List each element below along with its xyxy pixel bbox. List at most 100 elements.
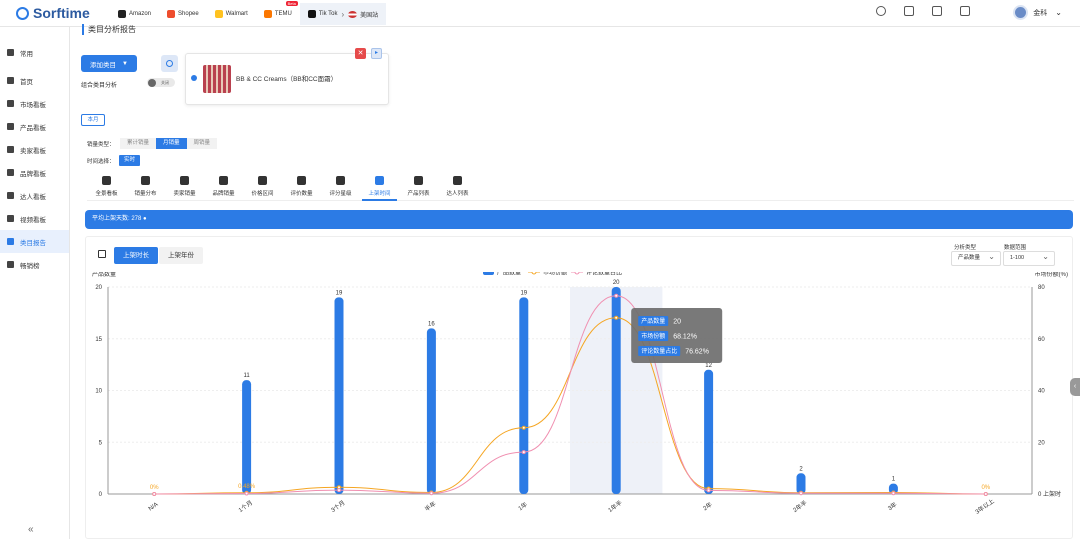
panorama-icon bbox=[102, 176, 111, 185]
bar bbox=[704, 369, 714, 494]
listing-year-button[interactable]: 上架年份 bbox=[159, 247, 203, 264]
y-tick-right: 80 bbox=[1038, 285, 1045, 291]
combo-analysis-label: 组合类目分析 bbox=[81, 83, 118, 89]
listing-time-chart: 产品数量 市场份额(%) 0 5 10 15 20 0 20 40 60 80 上架时 N/A 1个月 3个月… bbox=[92, 272, 1068, 516]
sales-type-weekly[interactable]: 周销量 bbox=[186, 138, 218, 149]
market-icon bbox=[7, 100, 14, 107]
category-name: BB & CC Creams（BB和CC面霜） bbox=[236, 76, 338, 83]
platform-tab-tiktok[interactable]: Tik Tok › 美国站 bbox=[299, 3, 387, 25]
review-icon bbox=[297, 176, 306, 185]
sidebar-item-common[interactable]: 常用 bbox=[0, 41, 69, 64]
add-category-button[interactable]: 添加类目 ▼ bbox=[81, 55, 137, 72]
sidebar-item-bestseller[interactable]: 畅销榜 bbox=[0, 253, 69, 276]
tooltip-label: 评论数量占比 bbox=[641, 347, 677, 355]
play-icon[interactable]: ▸ bbox=[371, 48, 382, 59]
history-button[interactable] bbox=[161, 55, 178, 72]
sidebar-item-home[interactable]: 首页 bbox=[0, 69, 69, 92]
influencer-icon bbox=[453, 176, 462, 185]
video-icon bbox=[7, 215, 14, 222]
tab-label: 价格区间 bbox=[251, 191, 274, 197]
platform-label: Walmart bbox=[225, 11, 248, 17]
tab-rating-stars[interactable]: 评分星级 bbox=[321, 174, 360, 200]
tab-review-count[interactable]: 评价数量 bbox=[282, 174, 321, 200]
toolbar-icons bbox=[876, 6, 970, 16]
time-realtime-button[interactable]: 实时 bbox=[119, 155, 141, 166]
share-point bbox=[614, 315, 619, 320]
bar bbox=[334, 297, 344, 494]
bar-value-label: 19 bbox=[520, 290, 527, 296]
shield-icon bbox=[7, 49, 14, 56]
platform-tab-temu[interactable]: TEMU Beta bbox=[256, 1, 300, 25]
expand-dot-icon[interactable] bbox=[191, 75, 197, 81]
x-tick-label: N/A bbox=[148, 502, 160, 513]
info-icon[interactable]: ● bbox=[143, 216, 147, 222]
folder-icon[interactable] bbox=[932, 6, 942, 16]
sidebar-item-label: 市场看板 bbox=[20, 101, 46, 109]
sidebar: 常用 首页 市场看板 产品看板 卖家看板 品牌看板 达人看板 视频看板 类目报告… bbox=[0, 27, 70, 539]
tab-seller-sales[interactable]: 卖家销量 bbox=[165, 174, 204, 200]
tab-sales-distribution[interactable]: 销量分布 bbox=[126, 174, 165, 200]
x-tick-label: 2年 bbox=[701, 500, 713, 512]
calendar-icon[interactable] bbox=[98, 250, 106, 258]
sidebar-item-label: 卖家看板 bbox=[20, 147, 46, 155]
sidebar-item-label: 常用 bbox=[20, 50, 33, 58]
time-label: 时间选择： bbox=[87, 159, 115, 165]
settings-icon[interactable] bbox=[876, 6, 886, 16]
sidebar-item-video[interactable]: 视频看板 bbox=[0, 207, 69, 230]
sidebar-item-influencer[interactable]: 达人看板 bbox=[0, 184, 69, 207]
sales-type-selector: 累计销量 月销量 周销量 bbox=[120, 138, 218, 149]
bar bbox=[242, 380, 252, 494]
analysis-type-label: 分析类型 bbox=[954, 245, 977, 251]
y-tick-right: 40 bbox=[1038, 389, 1045, 395]
platform-tab-shopee[interactable]: Shopee bbox=[159, 3, 207, 25]
logo[interactable]: Sorftime bbox=[16, 5, 90, 21]
panel-handle-icon[interactable]: ‹ bbox=[1070, 378, 1080, 396]
sidebar-item-market[interactable]: 市场看板 bbox=[0, 92, 69, 115]
tab-overview[interactable]: 全景看板 bbox=[87, 174, 126, 200]
site-label[interactable]: 美国站 bbox=[360, 10, 378, 19]
sidebar-item-category-report[interactable]: 类目报告 bbox=[0, 230, 69, 253]
tab-label: 评价数量 bbox=[290, 191, 313, 197]
sidebar-item-brand[interactable]: 品牌看板 bbox=[0, 161, 69, 184]
platform-tab-walmart[interactable]: Walmart bbox=[207, 3, 256, 25]
walmart-icon bbox=[214, 10, 223, 18]
download-icon[interactable] bbox=[960, 6, 970, 16]
tab-price-range[interactable]: 价格区间 bbox=[243, 174, 282, 200]
user-menu[interactable]: 金科 ⌄ bbox=[1013, 5, 1062, 20]
sales-type-cumulative[interactable]: 累计销量 bbox=[120, 138, 157, 149]
tab-product-list[interactable]: 产品列表 bbox=[399, 174, 438, 200]
close-icon[interactable]: ✕ bbox=[355, 48, 366, 59]
bar bbox=[426, 328, 436, 494]
listing-duration-button[interactable]: 上架时长 bbox=[114, 247, 158, 264]
bar-value-label: 2 bbox=[799, 466, 803, 472]
bar-value-label: 1 bbox=[892, 477, 896, 483]
brand-icon bbox=[219, 176, 228, 185]
clock-icon bbox=[166, 60, 173, 67]
report-icon bbox=[7, 238, 14, 245]
tab-brand-sales[interactable]: 品牌销量 bbox=[204, 174, 243, 200]
y-tick-right: 0 bbox=[1038, 492, 1042, 498]
tab-listing-time[interactable]: 上架时间 bbox=[360, 174, 399, 201]
shopee-icon bbox=[167, 10, 176, 18]
tab-label: 品牌销量 bbox=[212, 191, 235, 197]
review-point bbox=[337, 488, 341, 493]
logo-icon bbox=[16, 6, 29, 20]
average-listing-days: 平均上架天数: 278 ● bbox=[85, 210, 1073, 229]
share-data-label: 0% bbox=[981, 485, 990, 491]
fullscreen-icon[interactable] bbox=[904, 6, 914, 16]
tab-influencer-list[interactable]: 达人列表 bbox=[438, 174, 477, 200]
combo-analysis-toggle[interactable]: 关闭 bbox=[147, 78, 175, 87]
collapse-sidebar-icon[interactable]: « bbox=[28, 524, 34, 535]
sidebar-item-seller[interactable]: 卖家看板 bbox=[0, 138, 69, 161]
month-tag[interactable]: 本月 bbox=[81, 114, 105, 126]
sales-type-monthly[interactable]: 月销量 bbox=[156, 138, 187, 149]
sidebar-item-product[interactable]: 产品看板 bbox=[0, 115, 69, 138]
analysis-type-select[interactable]: 产品数量 bbox=[951, 250, 1001, 266]
list-icon bbox=[414, 176, 423, 185]
chevron-right-icon: › bbox=[341, 9, 345, 19]
logo-text: Sorftime bbox=[33, 5, 90, 21]
platform-tab-amazon[interactable]: Amazon bbox=[110, 3, 159, 25]
tooltip-value: 68.12% bbox=[673, 334, 697, 341]
data-range-select[interactable]: 1-100 bbox=[1003, 250, 1055, 266]
y-tick-right-extra: 上架时 bbox=[1043, 490, 1061, 498]
